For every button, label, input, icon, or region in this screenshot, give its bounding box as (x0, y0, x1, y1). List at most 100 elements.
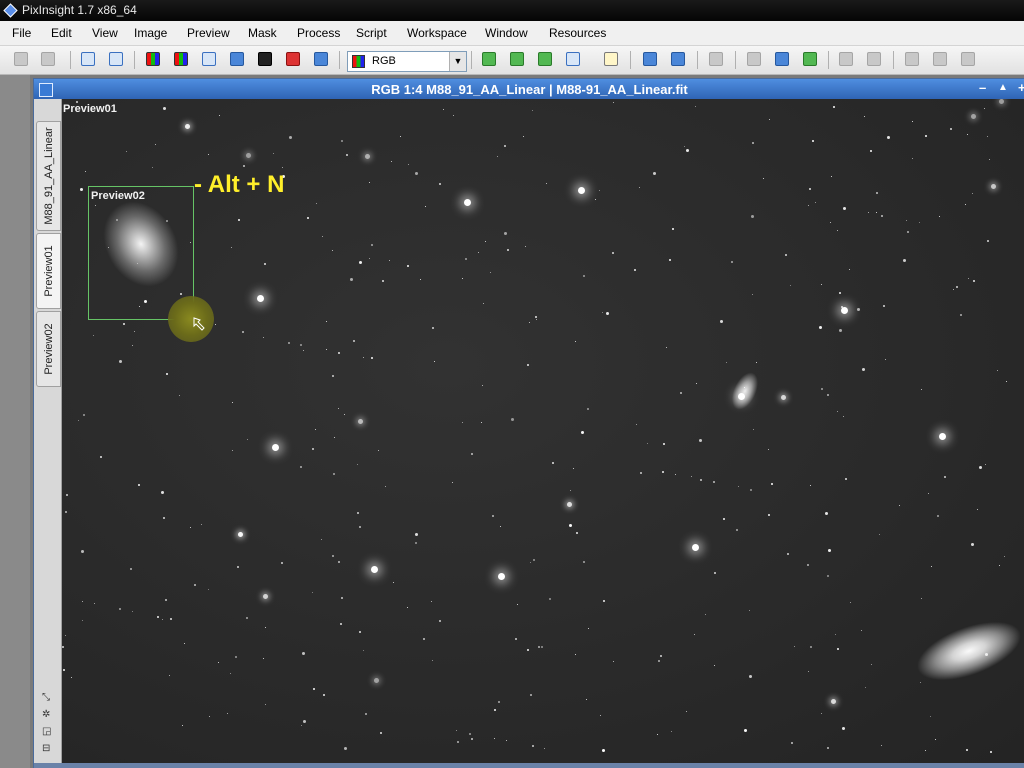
next-view-icon[interactable] (671, 52, 685, 66)
process-icon-c[interactable] (961, 52, 975, 66)
edit-preview-mode-icon[interactable] (604, 52, 618, 66)
new-image-icon[interactable] (803, 52, 817, 66)
menu-script[interactable]: Script (356, 26, 387, 40)
menu-image[interactable]: Image (134, 26, 167, 40)
star (420, 279, 421, 280)
minimize-button[interactable]: – (979, 80, 986, 95)
menu-workspace[interactable]: Workspace (407, 26, 467, 40)
maximize-button[interactable]: ▲ (998, 82, 1008, 93)
star (973, 280, 975, 282)
star (130, 568, 132, 570)
star (281, 562, 283, 564)
star (612, 252, 614, 254)
star (979, 466, 982, 469)
star (613, 102, 614, 103)
menu-file[interactable]: File (12, 26, 31, 40)
star (583, 275, 585, 277)
bottom-scrollbar[interactable] (34, 763, 1024, 768)
star (595, 199, 596, 200)
close-view-icon[interactable]: ⊟ (42, 743, 50, 754)
previous-view-icon[interactable] (643, 52, 657, 66)
channel-select[interactable]: RGB ▼ (347, 51, 467, 72)
tab-preview01[interactable]: Preview01 (36, 233, 61, 309)
app-title: PixInsight 1.7 x86_64 (22, 3, 137, 17)
star (700, 479, 702, 481)
star (785, 254, 787, 256)
redo-icon[interactable] (41, 52, 55, 66)
star (307, 217, 309, 219)
menu-window[interactable]: Window (485, 26, 528, 40)
star (925, 135, 927, 137)
toolbar-separator (893, 51, 894, 69)
dynamic-crop-icon[interactable] (775, 52, 789, 66)
process-icon-b[interactable] (933, 52, 947, 66)
star (768, 514, 770, 516)
star (400, 136, 401, 137)
menu-process[interactable]: Process (297, 26, 340, 40)
star (985, 464, 986, 465)
star (731, 261, 733, 263)
menu-preview[interactable]: Preview (187, 26, 230, 40)
star (500, 526, 501, 527)
star (434, 361, 435, 362)
star (340, 623, 342, 625)
collapse-icon[interactable]: ⤡ (42, 692, 50, 703)
star (830, 222, 831, 223)
identifier-icon[interactable] (81, 52, 95, 66)
image-canvas[interactable]: Preview01 Preview02 - Alt + N (62, 99, 1024, 763)
star (215, 324, 216, 325)
fit-icon[interactable]: ✲ (42, 709, 50, 720)
zoom-in-icon[interactable] (482, 52, 496, 66)
screen-transfer-icon[interactable] (286, 52, 300, 66)
zoom-full-icon[interactable] (566, 52, 580, 66)
rgb-working-space-icon[interactable] (174, 52, 188, 66)
tab-preview02[interactable]: Preview02 (36, 311, 61, 387)
star (273, 153, 274, 154)
curves-icon[interactable] (314, 52, 328, 66)
pixinsight-logo-icon (3, 3, 18, 18)
new-preview-icon[interactable] (202, 52, 216, 66)
menu-resources[interactable]: Resources (549, 26, 606, 40)
extra-button[interactable]: + (1018, 80, 1024, 95)
image-window-titlebar[interactable]: RGB 1:4 M88_91_AA_Linear | M88-91_AA_Lin… (34, 79, 1024, 99)
tab-main-view[interactable]: M88_91_AA_Linear (36, 121, 61, 231)
bright-star (578, 187, 585, 194)
star (132, 345, 133, 346)
implode-icon[interactable] (867, 52, 881, 66)
star (323, 694, 325, 696)
star (810, 646, 812, 648)
zoom-fit-icon[interactable] (538, 52, 552, 66)
readout-icon[interactable] (230, 52, 244, 66)
star (944, 476, 946, 478)
mask-icon[interactable] (258, 52, 272, 66)
star (302, 652, 305, 655)
readout-mode-icon[interactable] (747, 52, 761, 66)
undo-icon[interactable] (14, 52, 28, 66)
star (736, 529, 738, 531)
zoom-out-icon[interactable] (510, 52, 524, 66)
star (76, 101, 78, 103)
pan-mode-icon[interactable] (709, 52, 723, 66)
explode-icon[interactable] (839, 52, 853, 66)
clone-image-icon[interactable] (109, 52, 123, 66)
restore-icon[interactable]: ◲ (42, 726, 51, 737)
star (425, 206, 426, 207)
star (575, 341, 576, 342)
star (371, 357, 373, 359)
chevron-down-icon[interactable]: ▼ (449, 52, 466, 71)
bright-star (498, 573, 505, 580)
star (155, 144, 156, 145)
star (807, 564, 809, 566)
star (686, 711, 687, 712)
star (208, 154, 209, 155)
rgb-channels-icon[interactable] (146, 52, 160, 66)
star (432, 327, 434, 329)
star (218, 662, 219, 663)
menu-view[interactable]: View (92, 26, 118, 40)
preview02-label: Preview02 (91, 190, 145, 202)
star (359, 526, 361, 528)
menu-edit[interactable]: Edit (51, 26, 72, 40)
menu-mask[interactable]: Mask (248, 26, 277, 40)
process-icon-a[interactable] (905, 52, 919, 66)
star (312, 448, 314, 450)
